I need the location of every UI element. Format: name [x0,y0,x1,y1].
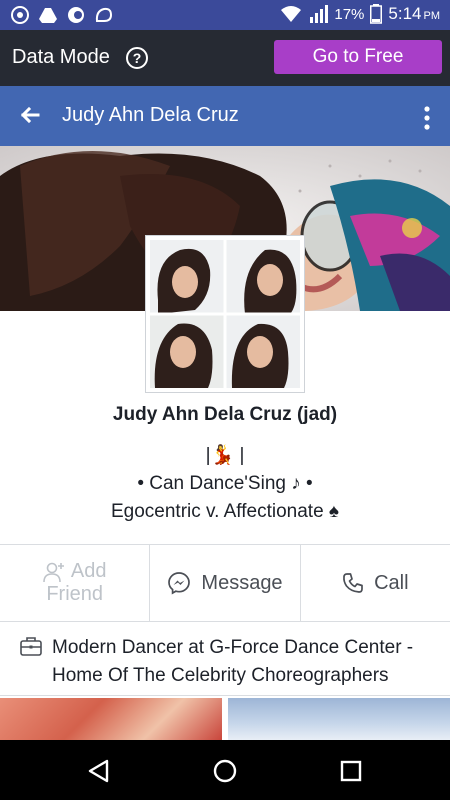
photo-thumbnail[interactable] [0,698,222,740]
add-friend-top-line: Add [43,560,107,583]
messenger-icon [168,572,191,595]
header-title: Judy Ahn Dela Cruz [62,104,239,126]
clock: 5:14 PM [388,4,440,24]
clock-suffix: PM [423,10,441,22]
recents-nav-icon[interactable] [338,758,364,784]
photo-strip [0,698,450,740]
help-icon[interactable]: ? [126,47,148,69]
battery-percent: 17% [334,5,365,23]
work-text: Modern Dancer at G-Force Dance Center - … [52,637,414,686]
go-to-free-button[interactable]: Go to Free [274,40,442,74]
status-bar: 17% 5:14 PM [0,0,450,30]
briefcase-icon [20,637,42,656]
more-options-icon[interactable] [424,106,430,130]
notification-icons [10,5,114,25]
profile-bio: |💃 | • Can Dance'Sing ♪ • Egocentric v. … [0,442,450,526]
back-arrow-icon[interactable] [18,103,42,127]
call-label: Call [374,571,409,594]
bio-line: Egocentric v. Affectionate ♠ [110,501,340,522]
data-mode-bar: Data Mode ? Go to Free [0,30,450,86]
profile-name: Judy Ahn Dela Cruz (jad) [112,404,338,425]
profile-picture-collage [150,240,300,388]
call-button[interactable]: Call [301,545,450,621]
data-mode-label: Data Mode [12,46,110,68]
message-button[interactable]: Message [150,545,301,621]
bio-line: • Can Dance'Sing ♪ • [137,473,313,494]
uc-browser-icon [95,7,113,22]
add-friend-icon [43,562,64,582]
message-label: Message [201,571,283,594]
home-nav-icon[interactable] [212,758,238,784]
add-friend-label-2: Friend [46,583,104,605]
photo-thumbnail[interactable] [228,698,450,740]
back-nav-icon[interactable] [86,758,112,784]
signal-icon [310,5,329,23]
system-status: 17% 5:14 PM [280,4,440,24]
phone-icon [343,573,363,593]
wifi-icon [281,6,302,22]
work-info[interactable]: Modern Dancer at G-Force Dance Center - … [0,622,450,696]
profile-picture[interactable] [146,236,304,392]
add-friend-button[interactable]: Add Friend [0,545,151,621]
profile-actions: Add Friend Message Call [0,544,450,622]
add-friend-label-1: Add [70,560,107,582]
clock-time: 5:14 [388,4,422,23]
bio-line: |💃 | [205,445,245,466]
chrome-icon [11,6,29,24]
profile-header: Judy Ahn Dela Cruz [0,86,450,146]
navigation-bar [0,740,450,800]
battery-icon [370,4,383,24]
circle-app-icon [68,7,84,23]
drive-icon [39,8,57,23]
